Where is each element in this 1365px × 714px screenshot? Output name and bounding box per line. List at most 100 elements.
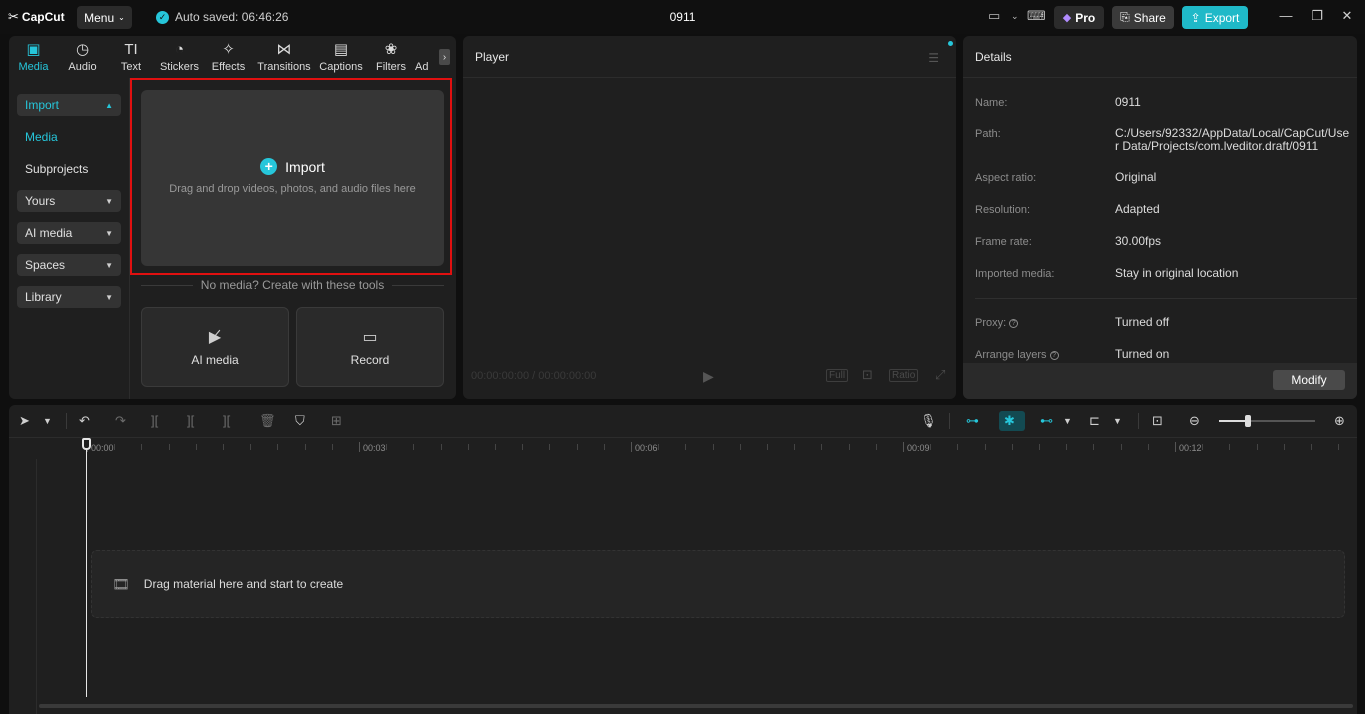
logo-text: CapCut	[22, 10, 65, 24]
sidebar-item-import[interactable]: Import ▲	[17, 94, 121, 116]
select-cursor-icon[interactable]: ➤	[19, 413, 30, 429]
microphone-icon[interactable]: 🎙	[920, 413, 937, 429]
ruler-minor-tick	[1338, 444, 1339, 450]
export-button[interactable]: ⇪ Export	[1182, 6, 1248, 29]
ruler-minor-tick	[685, 444, 686, 450]
detail-label: Aspect ratio:	[975, 172, 1036, 184]
timeline-dropzone[interactable]: 🎞 Drag material here and start to create	[91, 550, 1345, 618]
delete-right-icon[interactable]: ][	[223, 413, 230, 428]
ruler-minor-tick	[604, 444, 605, 450]
chevron-down-icon[interactable]: ▼	[43, 416, 52, 426]
player-indicator-dot	[948, 41, 953, 46]
help-icon[interactable]: ?	[1009, 319, 1018, 328]
zoom-out-icon[interactable]: ⊖	[1189, 413, 1200, 429]
tab-audio[interactable]: ◷ Audio	[58, 36, 107, 78]
timeline-ruler[interactable]: 00:0000:0300:0600:0900:12	[9, 437, 1357, 459]
ruler-minor-tick	[577, 444, 578, 450]
redo-icon[interactable]: ↷	[115, 413, 126, 429]
filters-icon: ❀	[385, 41, 398, 59]
zoom-in-icon[interactable]: ⊕	[1334, 413, 1345, 429]
tab-transitions[interactable]: ⋈ Transitions	[253, 36, 315, 78]
record-tool-button[interactable]: ▭ Record	[296, 307, 444, 387]
capcut-logo: ✂ CapCut	[8, 9, 65, 25]
sidebar-item-media[interactable]: Media	[17, 126, 121, 148]
audio-icon: ◷	[76, 41, 89, 59]
details-divider	[975, 298, 1357, 299]
snapshot-icon[interactable]: ⊡	[860, 367, 875, 383]
fit-timeline-icon[interactable]: ⊡	[1152, 413, 1163, 429]
sidebar-item-yours[interactable]: Yours ▼	[17, 190, 121, 212]
player-menu-icon[interactable]: ☰	[928, 51, 939, 65]
delete-icon[interactable]: 🗑	[259, 413, 276, 429]
play-icon[interactable]: ▶	[703, 368, 714, 385]
main-track-magnet-icon[interactable]: ⊶	[966, 413, 979, 429]
link-icon[interactable]: ⊷	[1040, 413, 1053, 429]
fullscreen-icon[interactable]: ⤢	[933, 367, 947, 383]
tabs-next-button[interactable]: ›	[439, 49, 450, 65]
title-bar: ✂ CapCut Menu ⌄ ✓ Auto saved: 06:46:26 0…	[0, 0, 1365, 34]
ruler-minor-tick	[468, 444, 469, 450]
detail-value: 0911	[1115, 96, 1355, 109]
tab-media[interactable]: ▣ Media	[9, 36, 58, 78]
minimize-icon[interactable]: —	[1278, 8, 1294, 23]
tab-stickers[interactable]: ◔ Stickers	[155, 36, 204, 78]
tab-text[interactable]: TI Text	[107, 36, 155, 78]
tab-captions[interactable]: ▤ Captions	[315, 36, 367, 78]
layout-chevron-icon[interactable]: ⌄	[1011, 11, 1019, 22]
record-camera-icon: ▭	[362, 327, 377, 347]
restore-icon[interactable]: ❐	[1309, 8, 1325, 24]
text-icon: TI	[124, 41, 137, 59]
ai-media-tool-button[interactable]: ▶̸ AI media	[141, 307, 289, 387]
no-media-text: No media? Create with these tools	[201, 278, 384, 292]
import-highlight-frame	[130, 78, 452, 275]
ruler-minor-tick	[849, 444, 850, 450]
sidebar-item-library[interactable]: Library ▼	[17, 286, 121, 308]
tab-effects[interactable]: ✧ Effects	[204, 36, 253, 78]
chevron-down-icon[interactable]: ▼	[1063, 416, 1072, 426]
detail-label: Resolution:	[975, 204, 1030, 216]
playhead-handle[interactable]	[82, 438, 91, 450]
details-panel: Details Name: 0911 Path: C:/Users/92332/…	[963, 36, 1357, 399]
auto-snap-icon[interactable]: ✱	[1004, 413, 1015, 429]
ruler-minor-tick	[386, 444, 387, 450]
menu-button[interactable]: Menu ⌄	[77, 6, 132, 29]
delete-left-icon[interactable]: ][	[187, 413, 194, 428]
sidebar-item-ai-media[interactable]: AI media ▼	[17, 222, 121, 244]
layout-icon[interactable]: ▭	[988, 8, 1000, 24]
zoom-slider-handle[interactable]	[1245, 415, 1251, 427]
sidebar-item-subprojects[interactable]: Subprojects	[17, 158, 121, 180]
keyboard-icon[interactable]: ⌨	[1027, 8, 1046, 24]
tab-adjustment[interactable]: Ad	[415, 36, 429, 78]
marker-icon[interactable]: ⛉	[295, 413, 305, 429]
modify-button[interactable]: Modify	[1273, 370, 1345, 390]
undo-icon[interactable]: ↶	[79, 413, 90, 429]
sidebar-item-spaces[interactable]: Spaces ▼	[17, 254, 121, 276]
split-icon[interactable]: ][	[151, 413, 158, 428]
chevron-down-icon: ▼	[105, 293, 113, 302]
player-timecode: 00:00:00:00 / 00:00:00:00	[471, 370, 596, 382]
details-header: Details	[963, 36, 1357, 78]
chevron-down-icon[interactable]: ▼	[1113, 416, 1122, 426]
capcut-logo-icon: ✂	[8, 9, 19, 25]
pro-button[interactable]: ◆ Pro	[1054, 6, 1104, 29]
share-button[interactable]: ⎘ Share	[1112, 6, 1174, 29]
timeline-horizontal-scrollbar[interactable]	[39, 704, 1353, 708]
ratio-button[interactable]: Ratio	[889, 369, 918, 382]
stickers-icon: ◔	[175, 41, 184, 59]
detail-label: Arrange layers?	[975, 349, 1059, 361]
preview-axis-icon[interactable]: ⊏	[1089, 413, 1100, 429]
tab-filters[interactable]: ❀ Filters	[367, 36, 415, 78]
detail-value: Adapted	[1115, 203, 1355, 216]
ruler-minor-tick	[1257, 444, 1258, 450]
help-icon[interactable]: ?	[1050, 351, 1059, 360]
ruler-minor-tick	[740, 444, 741, 450]
media-panel: ▣ Media ◷ Audio TI Text ◔ Stickers ✧ Eff…	[9, 36, 456, 399]
playhead-line[interactable]	[86, 449, 87, 697]
full-quality-button[interactable]: Full	[826, 369, 848, 382]
ruler-minor-tick	[713, 444, 714, 450]
ruler-minor-tick	[985, 444, 986, 450]
ruler-minor-tick	[1311, 444, 1312, 450]
add-text-icon[interactable]: ⊞	[331, 413, 342, 429]
close-icon[interactable]: ✕	[1339, 8, 1355, 24]
player-header: Player	[463, 36, 956, 78]
